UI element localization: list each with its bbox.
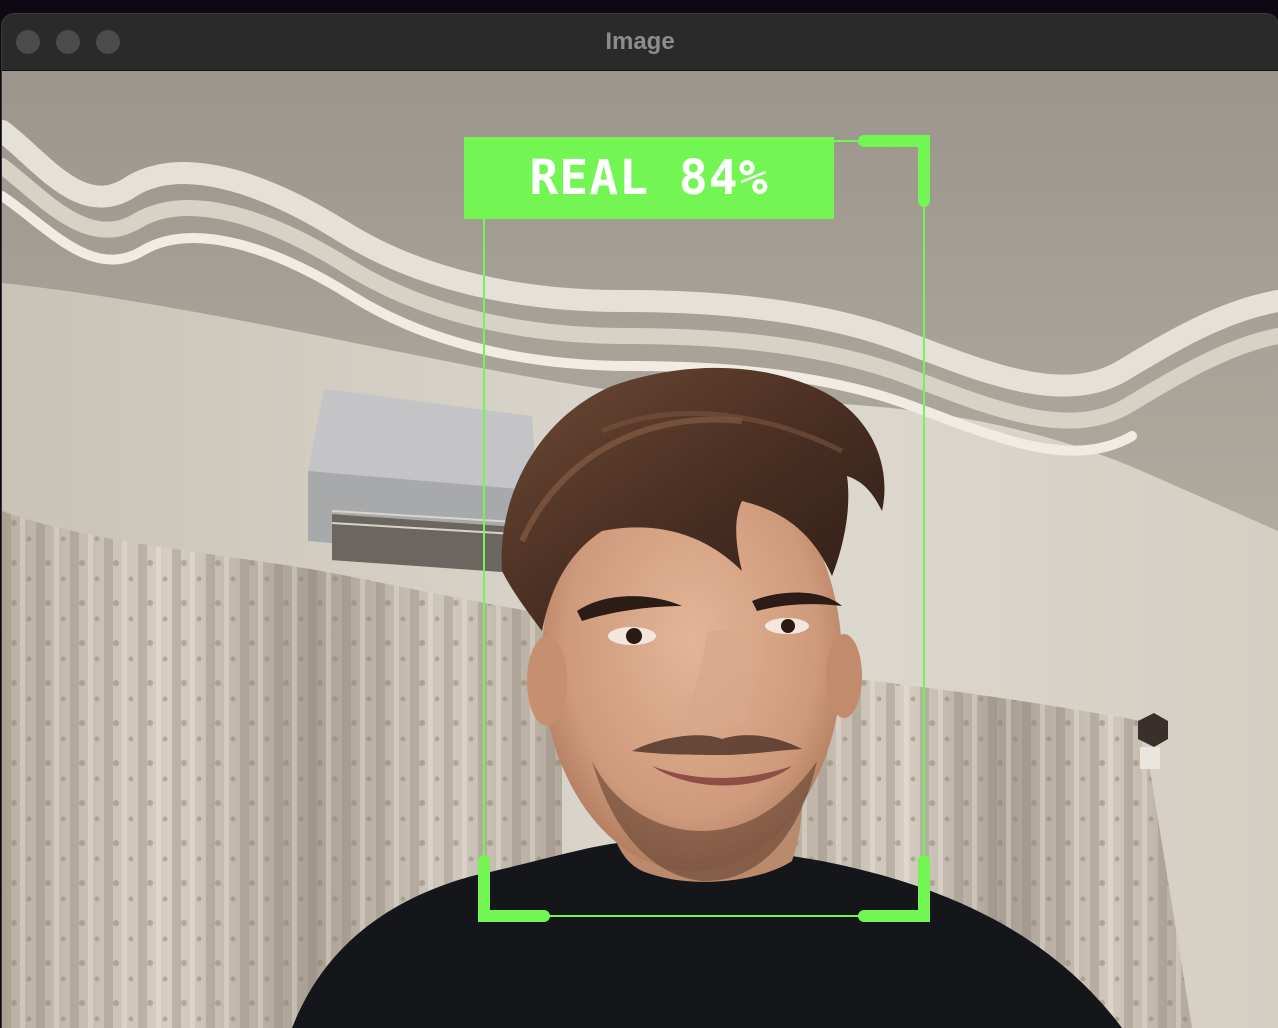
window-title: Image <box>605 28 675 55</box>
bounding-box <box>478 135 930 922</box>
detection-label-badge: REAL 84% <box>464 137 834 219</box>
image-window: Image REAL 84% <box>2 14 1278 1028</box>
title-bar[interactable]: Image <box>2 14 1278 71</box>
camera-frame: REAL 84% <box>2 71 1278 1028</box>
detection-label: REAL 84% <box>529 150 769 206</box>
